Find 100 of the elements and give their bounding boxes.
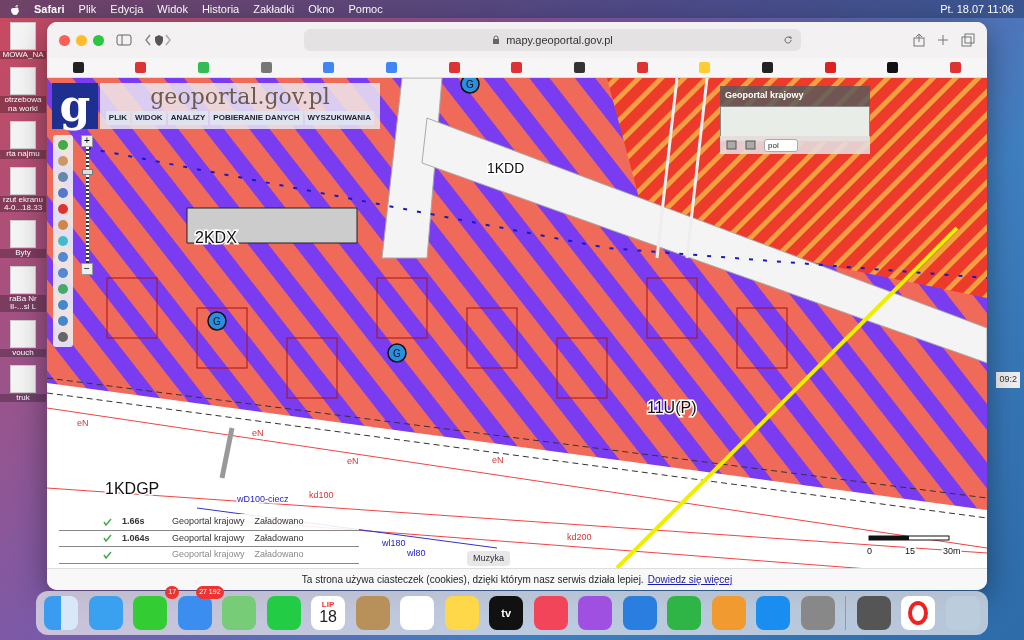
file-thumbnail — [10, 67, 36, 96]
menu-item[interactable]: Widok — [157, 0, 188, 18]
file-thumbnail — [10, 364, 36, 393]
app-icon[interactable] — [578, 596, 613, 630]
file-thumbnail — [10, 319, 36, 348]
file-label: otrzebowa na worki — [0, 96, 46, 114]
learn-more-link[interactable]: Dowiedz się więcej — [647, 572, 733, 587]
load-status: Załadowano — [254, 548, 304, 561]
app-icon[interactable]: LIP 18 — [311, 596, 346, 630]
menu-item[interactable]: Safari — [34, 0, 65, 18]
minimize-icon[interactable] — [76, 34, 87, 46]
back-icon[interactable] — [144, 34, 152, 46]
bookmark-icon[interactable] — [762, 62, 774, 73]
file-thumbnail — [10, 265, 36, 294]
printer-icon[interactable] — [745, 140, 756, 150]
tool-icon[interactable] — [57, 139, 69, 151]
tool-icon[interactable] — [57, 187, 69, 199]
app-icon[interactable] — [756, 596, 791, 630]
app-icon[interactable]: tv — [489, 596, 524, 630]
language-select[interactable]: pol — [764, 138, 798, 152]
bookmark-icon[interactable] — [574, 62, 586, 73]
tool-icon[interactable] — [57, 299, 69, 311]
file-label: rta najmu — [0, 150, 46, 159]
menu-item[interactable]: Historia — [201, 0, 240, 18]
map-label: wl180 — [382, 538, 406, 548]
map-label: wl80 — [407, 548, 426, 558]
app-icon[interactable] — [622, 596, 657, 630]
map-label: wD100-ciecz — [237, 494, 289, 504]
menu-button[interactable]: ANALIZY — [167, 111, 209, 126]
share-icon[interactable] — [913, 33, 925, 47]
overview-title: Geoportal krajowy — [724, 89, 805, 102]
file-thumbnail — [10, 22, 36, 50]
zoom-in-button[interactable]: + — [81, 135, 93, 147]
clock-text: Pt. 18.07 11:06 — [940, 1, 1014, 17]
lock-icon — [492, 35, 501, 45]
scale-label: 30m — [943, 546, 961, 556]
app-icon[interactable] — [44, 596, 78, 630]
service-name: Geoportal krajowy — [172, 531, 245, 545]
scale-label: 15 — [905, 546, 915, 556]
bookmark-icon[interactable] — [72, 62, 84, 73]
zoom-out-button[interactable]: − — [81, 263, 93, 275]
calendar-day: 18 — [319, 609, 337, 625]
map-label: 1KDD — [487, 160, 525, 176]
map-label: kd200 — [567, 532, 592, 542]
tool-icon[interactable] — [57, 283, 69, 295]
menu-item[interactable]: Zakładki — [253, 0, 295, 18]
app-icon[interactable] — [856, 596, 891, 630]
file-label: MOWA_NA — [0, 51, 46, 60]
site-title: geoportal.gov.pl — [150, 85, 330, 110]
tool-icon[interactable] — [57, 267, 69, 279]
menu-button[interactable]: WYSZUKIWANIA — [304, 111, 375, 126]
list-icon[interactable] — [726, 140, 737, 150]
menu-button[interactable]: PLIK — [105, 111, 131, 126]
zoom-handle[interactable] — [81, 169, 93, 175]
file-label: rzut ekranu 4-0...18.33 — [0, 195, 46, 213]
shield-icon[interactable] — [154, 34, 164, 46]
desktop-text: 09:2 — [996, 372, 1020, 388]
tool-icon[interactable] — [57, 251, 69, 263]
load-status: Załadowano — [254, 515, 304, 528]
reload-icon[interactable] — [783, 35, 793, 45]
map-marker[interactable]: G — [460, 78, 480, 94]
sidebar-icon[interactable] — [116, 34, 132, 46]
app-icon[interactable] — [901, 596, 936, 630]
file-thumbnail — [10, 121, 36, 150]
app-icon[interactable] — [177, 596, 212, 630]
cookie-text: Ta strona używa ciasteczek (cookies), dzięki którym nasz serwis działa lepiej. — [301, 573, 644, 587]
tool-icon[interactable] — [57, 203, 69, 215]
file-label: truk — [0, 393, 46, 403]
menu-button[interactable]: POBIERANIE DANYCH — [210, 111, 303, 126]
menu-item[interactable]: Okno — [308, 0, 335, 18]
menu-item[interactable]: Edycja — [110, 0, 144, 18]
plus-icon[interactable] — [937, 34, 949, 46]
app-label: tv — [501, 605, 512, 621]
bookmark-icon[interactable] — [887, 62, 899, 73]
file-thumbnail — [10, 166, 36, 195]
tool-icon[interactable] — [57, 331, 69, 343]
file-label: raBa Nr II-...si L — [0, 294, 46, 312]
tool-icon[interactable] — [57, 171, 69, 183]
file-label: vouch — [0, 348, 46, 357]
tool-icon[interactable] — [57, 155, 69, 167]
maximize-icon[interactable] — [93, 34, 104, 46]
file-thumbnail — [10, 220, 36, 249]
service-name: Geoportal krajowy — [172, 548, 245, 561]
menu-button[interactable]: WIDOK — [132, 111, 166, 126]
map-label: eN — [252, 428, 264, 438]
load-time: 1.66s — [122, 515, 146, 528]
menu-item[interactable]: Pomoc — [348, 0, 383, 18]
tool-icon[interactable] — [57, 219, 69, 231]
app-icon[interactable] — [533, 596, 568, 630]
service-name: Geoportal krajowy — [172, 515, 245, 528]
map-label: 2KDX — [195, 229, 237, 246]
map-marker[interactable]: G — [207, 311, 227, 331]
tabs-icon[interactable] — [961, 33, 975, 47]
map-marker[interactable]: G — [387, 343, 407, 363]
menu-item[interactable]: Plik — [78, 0, 97, 18]
close-icon[interactable] — [59, 34, 70, 46]
file-label: Byty — [0, 249, 46, 258]
app-icon[interactable] — [800, 596, 835, 630]
tool-icon[interactable] — [57, 315, 69, 327]
logo[interactable]: g — [52, 83, 98, 129]
